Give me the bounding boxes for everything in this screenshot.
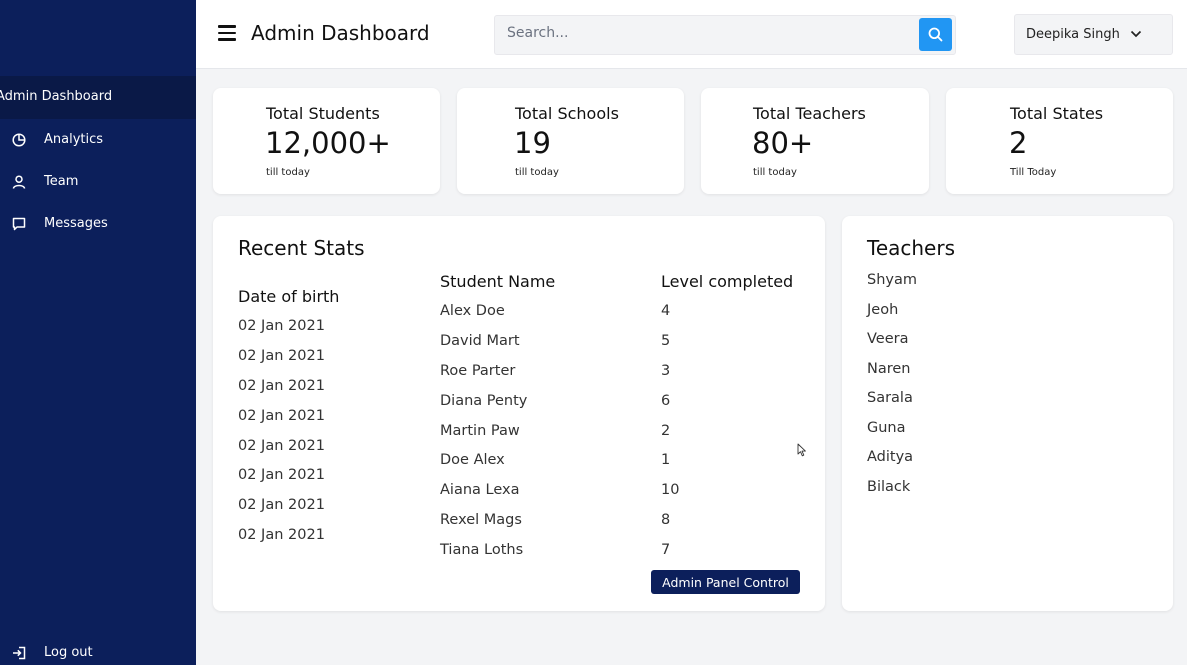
student-name-cell: David Mart [440, 333, 520, 349]
search-icon [928, 27, 943, 42]
dob-cell: 02 Jan 2021 [238, 378, 325, 394]
level-cell: 7 [661, 542, 671, 558]
stat-value: 19 [514, 126, 551, 160]
logout-label: Log out [44, 645, 93, 660]
stat-card-states: Total States 2 Till Today [946, 88, 1173, 194]
stat-card-schools: Total Schools 19 till today [457, 88, 684, 194]
user-name: Deepika Singh [1026, 27, 1120, 42]
page-title: Admin Dashboard [251, 21, 430, 45]
dob-cell: 02 Jan 2021 [238, 408, 325, 424]
section-title: Recent Stats [238, 236, 365, 260]
dob-cell: 02 Jan 2021 [238, 318, 325, 334]
column-header-student-name: Student Name [440, 272, 556, 291]
dob-cell: 02 Jan 2021 [238, 438, 325, 454]
message-icon [12, 217, 26, 231]
recent-stats-card: Recent Stats Date of birth Student Name … [213, 216, 825, 611]
sidebar-item-label: Admin Dashboard [0, 89, 113, 104]
level-cell: 5 [661, 333, 671, 349]
student-name-cell: Rexel Mags [440, 512, 522, 528]
teachers-card: Teachers Shyam Jeoh Veera Naren Sarala G… [842, 216, 1173, 611]
sidebar: Admin Dashboard Analytics Team Messages … [0, 0, 196, 665]
stat-title: Total Schools [515, 104, 619, 123]
logout-icon [13, 646, 26, 660]
search-button[interactable] [919, 18, 952, 51]
sidebar-item-team[interactable]: Team [0, 167, 196, 197]
student-name-cell: Aiana Lexa [440, 482, 520, 498]
search-input[interactable] [507, 25, 907, 41]
student-name-cell: Tiana Loths [440, 542, 524, 558]
admin-panel-control-button[interactable]: Admin Panel Control [651, 570, 800, 594]
sidebar-item-messages[interactable]: Messages [0, 209, 196, 239]
stat-value: 80+ [752, 126, 814, 160]
level-cell: 10 [661, 482, 680, 498]
stat-subtitle: till today [753, 167, 797, 178]
sidebar-item-label: Analytics [44, 132, 104, 147]
student-name-cell: Doe Alex [440, 452, 505, 468]
level-cell: 3 [661, 363, 671, 379]
level-cell: 1 [661, 452, 671, 468]
user-icon [12, 175, 26, 189]
mouse-cursor-icon [797, 443, 806, 457]
stat-subtitle: till today [266, 167, 310, 178]
menu-icon[interactable] [218, 25, 236, 41]
pie-chart-icon [12, 133, 26, 147]
dob-cell: 02 Jan 2021 [238, 527, 325, 543]
teacher-name: Naren [867, 361, 911, 377]
teacher-name: Sarala [867, 390, 913, 406]
stat-value: 12,000+ [265, 126, 391, 160]
sidebar-item-analytics[interactable]: Analytics [0, 125, 196, 155]
student-name-cell: Alex Doe [440, 303, 505, 319]
sidebar-item-label: Team [44, 174, 79, 189]
level-cell: 4 [661, 303, 671, 319]
teacher-name: Veera [867, 331, 909, 347]
dob-cell: 02 Jan 2021 [238, 348, 325, 364]
logout-button[interactable]: Log out [0, 638, 196, 665]
stat-title: Total States [1010, 104, 1104, 123]
stat-subtitle: till today [515, 167, 559, 178]
stat-title: Total Teachers [753, 104, 866, 123]
stat-value: 2 [1009, 126, 1028, 160]
dob-cell: 02 Jan 2021 [238, 467, 325, 483]
top-header: Admin Dashboard Deepika Singh [196, 0, 1187, 69]
sidebar-item-label: Messages [44, 216, 108, 231]
column-header-level: Level completed [661, 272, 794, 291]
stat-card-teachers: Total Teachers 80+ till today [701, 88, 929, 194]
user-menu-dropdown[interactable]: Deepika Singh [1014, 14, 1173, 55]
sidebar-item-admin-dashboard[interactable]: Admin Dashboard [0, 76, 196, 119]
dob-cell: 02 Jan 2021 [238, 497, 325, 513]
section-title: Teachers [867, 236, 955, 260]
student-name-cell: Roe Parter [440, 363, 516, 379]
level-cell: 6 [661, 393, 671, 409]
chevron-down-icon [1130, 30, 1142, 38]
stat-title: Total Students [266, 104, 380, 123]
student-name-cell: Diana Penty [440, 393, 528, 409]
stat-card-students: Total Students 12,000+ till today [213, 88, 440, 194]
teacher-name: Shyam [867, 272, 917, 288]
student-name-cell: Martin Paw [440, 423, 520, 439]
column-header-dob: Date of birth [238, 287, 340, 306]
level-cell: 2 [661, 423, 671, 439]
teacher-name: Aditya [867, 449, 914, 465]
teacher-name: Guna [867, 420, 906, 436]
teacher-name: Bilack [867, 479, 911, 495]
stat-subtitle: Till Today [1010, 167, 1057, 178]
search-bar [494, 15, 956, 55]
level-cell: 8 [661, 512, 671, 528]
teacher-name: Jeoh [867, 302, 899, 318]
